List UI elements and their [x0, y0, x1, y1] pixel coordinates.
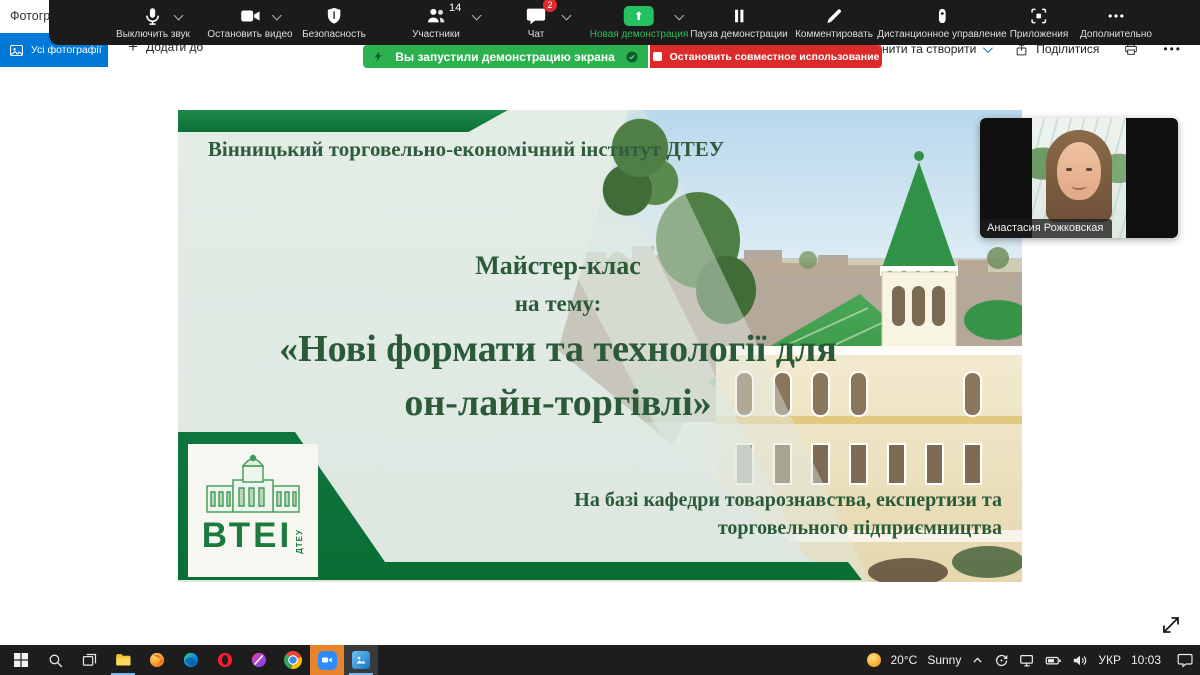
logo-text: ВТЕІ	[202, 518, 292, 554]
stop-video-button[interactable]: Остановить видео	[207, 4, 292, 40]
stop-icon	[653, 52, 662, 61]
firefox-button[interactable]	[140, 645, 174, 675]
weather-sun-icon	[867, 653, 881, 667]
vtei-logo: ВТЕІ ДТЕУ	[188, 444, 318, 577]
task-view-icon	[81, 652, 98, 669]
tree-icon	[598, 112, 682, 232]
security-button[interactable]: Безопасность	[302, 4, 366, 40]
participant-face	[1057, 142, 1101, 200]
annotate-icon	[824, 6, 844, 26]
pause-icon	[729, 6, 749, 26]
slide-institute-title: Вінницький торговельно-економічний інсти…	[196, 137, 736, 162]
bolt-icon	[372, 50, 385, 63]
video-camera-icon	[239, 5, 261, 27]
clock[interactable]: 10:03	[1131, 653, 1161, 667]
vtei-building-sketch	[201, 450, 305, 516]
photo-icon	[9, 43, 24, 58]
chrome-icon	[284, 651, 302, 669]
paint3d-button[interactable]	[242, 645, 276, 675]
expand-icon[interactable]	[1158, 612, 1184, 643]
zoom-button[interactable]	[310, 645, 344, 675]
notification-icon[interactable]	[1177, 652, 1194, 668]
slide-top-bar	[178, 110, 508, 132]
speaker-icon[interactable]	[1072, 653, 1088, 668]
participants-count: 14	[449, 2, 461, 14]
tray-chevron-up-icon[interactable]	[971, 654, 984, 667]
annotate-button[interactable]: Комментировать	[795, 4, 873, 40]
slide-title-line1: «Нові формати та технології для	[233, 322, 883, 376]
slide-footer-line1: На базі кафедри товарознавства, експерти…	[462, 486, 1002, 514]
stop-share-button[interactable]: Остановить совместное использование	[650, 45, 882, 68]
chat-unread-badge: 2	[543, 0, 557, 12]
presentation-slide: Вінницький торговельно-економічний інсти…	[178, 110, 1022, 582]
slide-footer-line2: торговельного підприємництва	[462, 514, 1002, 542]
network-display-icon[interactable]	[1019, 653, 1035, 668]
remote-control-icon	[932, 6, 952, 26]
photos-icon	[352, 651, 370, 669]
participants-icon	[425, 5, 447, 27]
file-explorer-icon	[114, 651, 132, 669]
more-icon	[1106, 6, 1126, 26]
zoom-icon	[318, 651, 337, 670]
chevron-down-icon[interactable]	[562, 11, 572, 21]
weather-desc[interactable]: Sunny	[927, 653, 961, 667]
search-button[interactable]	[38, 645, 72, 675]
start-button[interactable]	[4, 645, 38, 675]
webcam-thumbnail[interactable]: Анастасия Рожковская	[980, 118, 1178, 238]
language-indicator[interactable]: УКР	[1098, 653, 1121, 667]
taskbar: 20°C Sunny УКР	[0, 645, 1200, 675]
weather-temp[interactable]: 20°C	[891, 653, 918, 667]
chevron-down-icon[interactable]	[272, 11, 282, 21]
zoom-meeting-toolbar: Выключить звук Остановить видео Безопасн…	[49, 0, 1200, 45]
opera-icon	[216, 651, 234, 669]
remote-control-button[interactable]: Дистанционное управление	[877, 4, 1006, 40]
file-explorer-button[interactable]	[106, 645, 140, 675]
chat-button[interactable]: 2 Чат	[525, 4, 547, 40]
slide-heading2: на тему:	[233, 286, 883, 322]
mute-button[interactable]: Выключить звук	[116, 4, 190, 40]
edge-button[interactable]	[174, 645, 208, 675]
slide-main-text: Майстер-клас на тему: «Нові формати та т…	[233, 246, 883, 430]
firefox-icon	[148, 651, 166, 669]
pause-share-button[interactable]: Пауза демонстрации	[690, 4, 788, 40]
start-icon	[13, 652, 29, 668]
slide-title-line2: он-лайн-торгівлі»	[233, 376, 883, 430]
screen-share-banner: Вы запустили демонстрацию экрана	[363, 45, 648, 68]
chevron-down-icon[interactable]	[174, 11, 184, 21]
new-share-button[interactable]: Новая демонстрация	[590, 4, 689, 40]
task-view-button[interactable]	[72, 645, 106, 675]
more-button[interactable]: Дополнительно	[1080, 4, 1152, 40]
slide-heading1: Майстер-клас	[233, 246, 883, 286]
chevron-down-icon[interactable]	[675, 11, 685, 21]
sync-icon[interactable]	[994, 653, 1009, 668]
participant-name: Анастасия Рожковская	[980, 219, 1112, 238]
shield-icon	[324, 6, 344, 26]
slide-footer-text: На базі кафедри товарознавства, експерти…	[462, 486, 1002, 542]
battery-icon[interactable]	[1045, 653, 1062, 668]
microphone-icon	[142, 6, 163, 27]
share-banner-message: Вы запустили демонстрацию экрана	[395, 50, 615, 64]
opera-button[interactable]	[208, 645, 242, 675]
search-icon	[47, 652, 64, 669]
share-screen-icon	[624, 6, 654, 26]
tab-all-photos-label: Усі фотографії	[31, 44, 102, 56]
chrome-button[interactable]	[276, 645, 310, 675]
logo-subtext: ДТЕУ	[295, 529, 304, 554]
participants-button[interactable]: 14 Участники	[412, 4, 460, 40]
paint3d-icon	[250, 651, 268, 669]
apps-icon	[1029, 6, 1049, 26]
shield-check-icon	[625, 50, 639, 64]
edge-icon	[182, 651, 200, 669]
chevron-down-icon[interactable]	[472, 11, 482, 21]
apps-button[interactable]: Приложения	[1010, 4, 1069, 40]
stop-share-label: Остановить совместное использование	[670, 51, 880, 63]
photos-button[interactable]	[344, 645, 378, 675]
screen: Фотограф Усі фотографії + Додати до Змін…	[0, 0, 1200, 675]
